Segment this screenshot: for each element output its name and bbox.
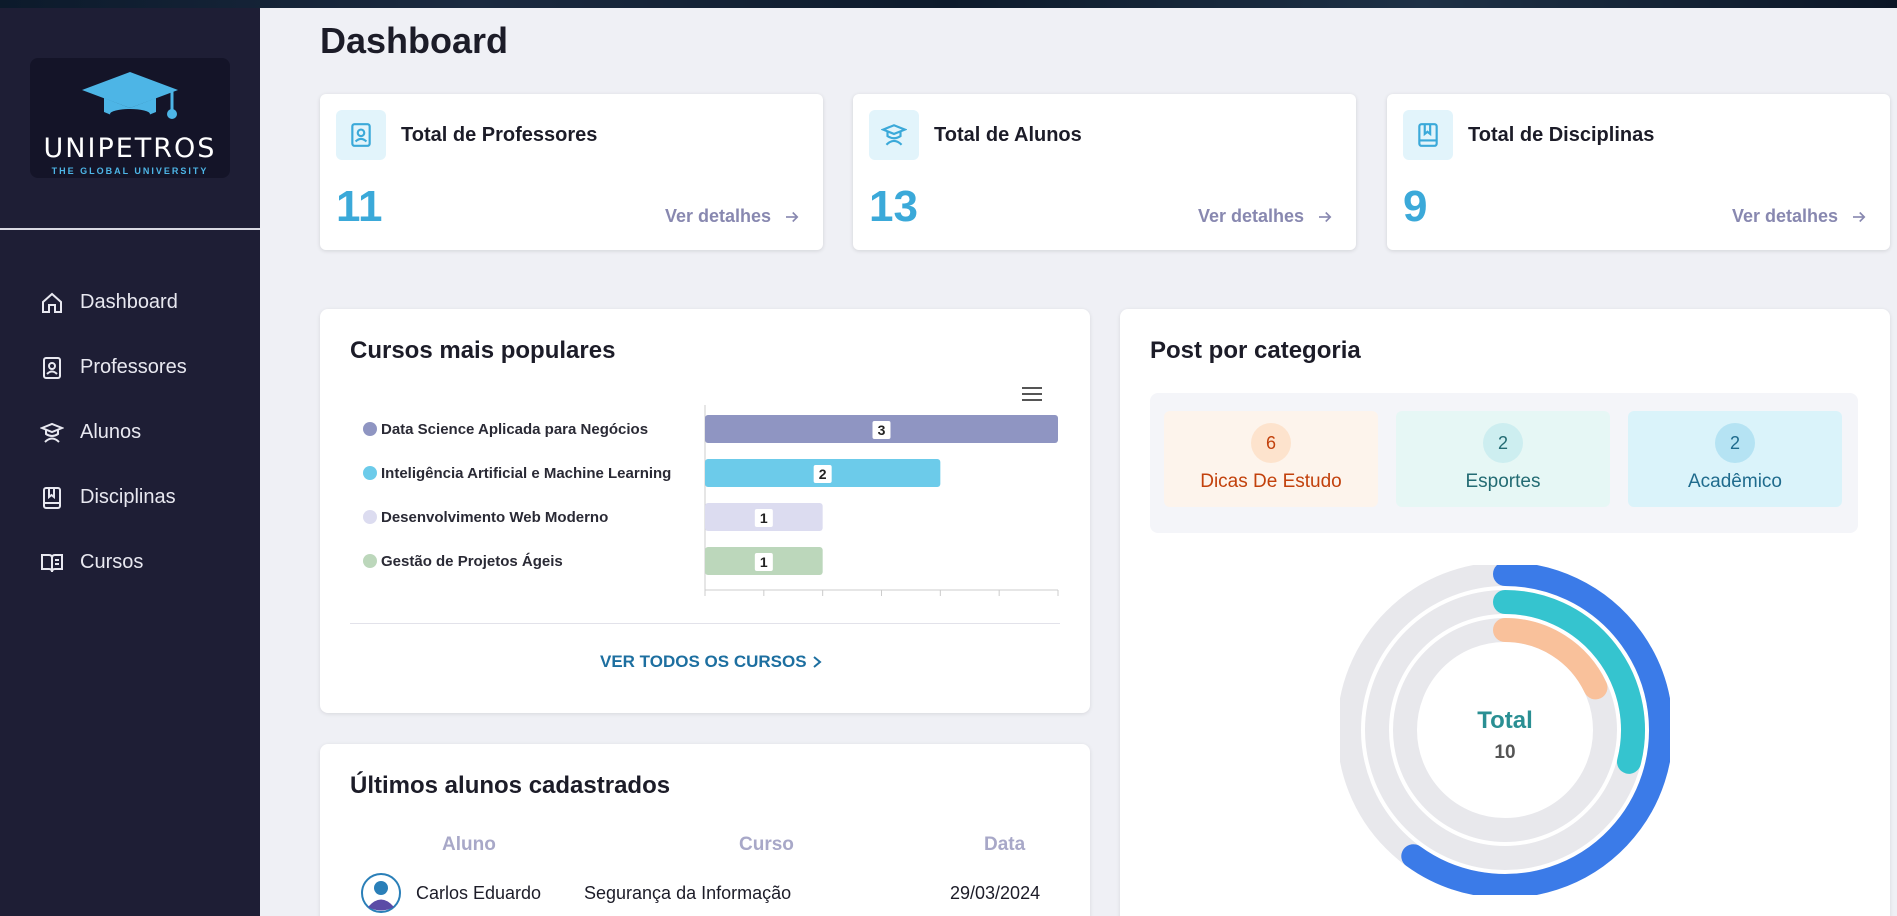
stat-icon-box bbox=[336, 110, 386, 160]
category-esportes[interactable]: 2 Esportes bbox=[1396, 411, 1610, 507]
latest-students-title: Últimos alunos cadastrados bbox=[350, 772, 671, 799]
sidebar-nav: Dashboard Professores Alunos Disciplinas… bbox=[0, 270, 260, 595]
popular-courses-chart: Data Science Aplicada para Negócios 3 Inte… bbox=[363, 405, 1059, 596]
sidebar-item-professores[interactable]: Professores bbox=[0, 335, 260, 400]
stat-label: Total de Alunos bbox=[934, 124, 1082, 146]
posts-radial-chart: Total 10 bbox=[1340, 565, 1670, 895]
legend-marker bbox=[363, 422, 377, 436]
card-divider bbox=[350, 623, 1060, 624]
ver-detalhes-label: Ver detalhes bbox=[1731, 206, 1838, 226]
chart-menu-icon[interactable] bbox=[1020, 384, 1044, 404]
ver-todos-cursos-link[interactable]: VER TODOS OS CURSOS bbox=[600, 652, 823, 672]
legend-marker bbox=[363, 510, 377, 524]
sidebar-divider bbox=[0, 228, 260, 230]
column-header-data: Data bbox=[984, 834, 1026, 855]
stat-card-disciplinas: Total de Disciplinas 9 Ver detalhes bbox=[1387, 94, 1890, 250]
open-book-icon bbox=[41, 553, 63, 572]
stat-value: 13 bbox=[869, 182, 918, 231]
id-badge-icon bbox=[43, 356, 61, 379]
sidebar-item-label: Dashboard bbox=[80, 291, 178, 313]
stat-card-alunos: Total de Alunos 13 Ver detalhes bbox=[853, 94, 1356, 250]
home-icon bbox=[42, 292, 62, 313]
stat-label: Total de Disciplinas bbox=[1468, 124, 1655, 146]
popular-courses-title: Cursos mais populares bbox=[350, 337, 616, 364]
graduation-cap-icon bbox=[82, 72, 178, 119]
category-summary: 6 Dicas De Estudo 2 Esportes 2 Acadêmico bbox=[1150, 393, 1858, 533]
sidebar-item-disciplinas[interactable]: Disciplinas bbox=[0, 465, 260, 530]
legend-label: Data Science Aplicada para Negócios bbox=[381, 421, 648, 438]
page-title: Dashboard bbox=[320, 20, 509, 61]
arrow-right-icon bbox=[1319, 211, 1332, 222]
arrow-right-icon bbox=[786, 211, 799, 222]
category-count-badge: 6 bbox=[1251, 423, 1291, 463]
arrow-right-icon bbox=[1853, 211, 1866, 222]
category-academico[interactable]: 2 Acadêmico bbox=[1628, 411, 1842, 507]
category-name: Acadêmico bbox=[1688, 471, 1782, 492]
stat-icon-box bbox=[1403, 110, 1453, 160]
ver-detalhes-label: Ver detalhes bbox=[1197, 206, 1304, 226]
sidebar-item-cursos[interactable]: Cursos bbox=[0, 530, 260, 595]
book-icon bbox=[43, 486, 61, 509]
legend-marker bbox=[363, 554, 377, 568]
brand-tagline: THE GLOBAL UNIVERSITY bbox=[51, 166, 209, 176]
data-label: 1 bbox=[760, 510, 768, 526]
student-date: 29/03/2024 bbox=[950, 883, 1041, 903]
legend-label: Inteligência Artificial e Machine Learni… bbox=[381, 465, 671, 482]
sidebar: UNIPETROS THE GLOBAL UNIVERSITY Dashboar… bbox=[0, 8, 260, 916]
category-name: Esportes bbox=[1465, 471, 1541, 492]
ver-detalhes-link[interactable]: Ver detalhes bbox=[665, 206, 801, 227]
sidebar-item-label: Disciplinas bbox=[80, 486, 176, 508]
chevron-right-icon bbox=[812, 656, 822, 668]
avatar-icon bbox=[361, 873, 401, 913]
radial-total-label: Total bbox=[1477, 707, 1533, 734]
stat-value: 9 bbox=[1403, 182, 1428, 231]
posts-by-category-title: Post por categoria bbox=[1150, 337, 1361, 364]
id-badge-icon bbox=[351, 123, 371, 147]
brand-name: UNIPETROS bbox=[43, 133, 217, 164]
book-icon bbox=[1418, 123, 1438, 147]
category-count-badge: 2 bbox=[1715, 423, 1755, 463]
ver-todos-cursos-label: VER TODOS OS CURSOS bbox=[600, 652, 807, 671]
ver-detalhes-link[interactable]: Ver detalhes bbox=[1732, 206, 1868, 227]
sidebar-item-label: Professores bbox=[80, 356, 187, 378]
legend-label: Desenvolvimento Web Moderno bbox=[381, 509, 608, 526]
category-name: Dicas De Estudo bbox=[1200, 471, 1342, 492]
stat-label: Total de Professores bbox=[401, 124, 598, 146]
column-header-aluno: Aluno bbox=[442, 834, 496, 855]
stat-icon-box bbox=[869, 110, 919, 160]
data-label: 1 bbox=[760, 554, 768, 570]
stat-value: 11 bbox=[336, 182, 383, 231]
stat-card-professores: Total de Professores 11 Ver detalhes bbox=[320, 94, 823, 250]
sidebar-item-label: Alunos bbox=[80, 421, 142, 443]
top-banner-strip bbox=[0, 0, 1897, 8]
data-label: 3 bbox=[878, 422, 886, 438]
ver-detalhes-link[interactable]: Ver detalhes bbox=[1198, 206, 1334, 227]
logo: UNIPETROS THE GLOBAL UNIVERSITY bbox=[30, 58, 230, 178]
graduate-icon bbox=[881, 124, 907, 146]
sidebar-item-dashboard[interactable]: Dashboard bbox=[0, 270, 260, 335]
data-label: 2 bbox=[819, 466, 827, 482]
category-count-badge: 2 bbox=[1483, 423, 1523, 463]
sidebar-item-label: Cursos bbox=[80, 551, 144, 573]
sidebar-item-alunos[interactable]: Alunos bbox=[0, 400, 260, 465]
column-header-curso: Curso bbox=[739, 834, 794, 855]
student-name: Carlos Eduardo bbox=[416, 883, 542, 903]
legend-label: Gestão de Projetos Ágeis bbox=[381, 553, 563, 570]
student-course: Segurança da Informação bbox=[584, 883, 792, 903]
legend-marker bbox=[363, 466, 377, 480]
ver-detalhes-label: Ver detalhes bbox=[664, 206, 771, 226]
graduate-icon bbox=[40, 422, 64, 443]
radial-total-value: 10 bbox=[1494, 742, 1515, 763]
category-dicas-de-estudo[interactable]: 6 Dicas De Estudo bbox=[1164, 411, 1378, 507]
